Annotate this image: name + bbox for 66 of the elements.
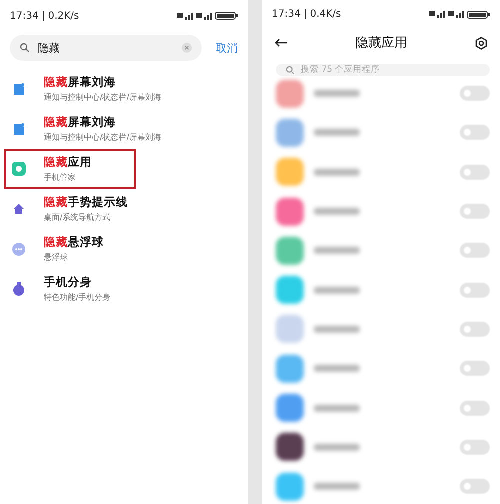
toggle-switch[interactable] — [460, 400, 490, 416]
document-icon — [12, 122, 26, 136]
toggle-switch[interactable] — [460, 243, 490, 258]
search-result[interactable]: 隐藏屏幕刘海 通知与控制中心/状态栏/屏幕刘海 — [4, 69, 170, 109]
document-icon — [12, 82, 26, 96]
signal-icon — [448, 11, 464, 18]
blurred-name — [314, 444, 360, 451]
signal-icon — [196, 12, 212, 20]
result-title: 隐藏屏幕刘海 — [44, 75, 117, 90]
search-icon — [286, 66, 295, 74]
toggle-switch[interactable] — [460, 479, 490, 494]
network-speed: 0.4K/s — [310, 9, 342, 20]
blurred-name — [314, 168, 360, 176]
back-icon[interactable] — [274, 38, 288, 48]
result-title: 隐藏手势提示线 — [44, 195, 128, 210]
blurred-name — [314, 90, 360, 98]
signal-icon — [429, 11, 445, 18]
blurred-name — [314, 483, 360, 490]
dots-icon — [12, 242, 26, 256]
signal-icon — [177, 12, 193, 20]
blurred-name — [314, 326, 360, 333]
clear-icon[interactable] — [182, 43, 192, 53]
toggle-switch[interactable] — [460, 322, 490, 337]
toggle-switch[interactable] — [460, 282, 490, 298]
result-title: 隐藏应用 — [44, 155, 92, 170]
search-icon — [20, 43, 30, 53]
toggle-switch[interactable] — [460, 86, 490, 102]
search-result[interactable]: 隐藏手势提示线 桌面/系统导航方式 — [4, 189, 136, 229]
search-result[interactable]: 隐藏屏幕刘海 通知与控制中心/状态栏/屏幕刘海 — [4, 109, 170, 149]
flask-icon — [12, 282, 26, 296]
blurred-name — [314, 208, 360, 216]
status-time: 17:34 — [10, 10, 39, 22]
page-title: 隐藏应用 — [356, 35, 408, 52]
toggle-switch[interactable] — [460, 204, 490, 220]
toggle-switch[interactable] — [460, 164, 490, 180]
result-path: 通知与控制中心/状态栏/屏幕刘海 — [44, 92, 162, 103]
toggle-switch[interactable] — [460, 125, 490, 140]
battery-icon — [467, 10, 490, 18]
cancel-button[interactable]: 取消 — [216, 40, 238, 56]
blurred-name — [314, 365, 360, 372]
status-separator: | — [304, 9, 308, 20]
settings-icon[interactable] — [475, 36, 488, 50]
result-path: 手机管家 — [44, 172, 77, 183]
search-result[interactable]: 隐藏应用 手机管家 — [4, 149, 136, 189]
blurred-name — [314, 247, 360, 254]
toggle-switch[interactable] — [460, 361, 490, 376]
result-path: 桌面/系统导航方式 — [44, 212, 112, 223]
blurred-name — [314, 129, 360, 136]
home-icon — [12, 203, 26, 215]
toggle-switch[interactable] — [460, 440, 490, 455]
shield-icon — [12, 162, 26, 176]
status-time: 17:34 — [272, 9, 301, 20]
status-separator: | — [42, 10, 46, 22]
search-field[interactable]: 隐藏 — [10, 35, 202, 61]
network-speed: 0.2K/s — [48, 10, 80, 22]
result-title: 隐藏悬浮球 — [44, 235, 104, 250]
result-path: 特色功能/手机分身 — [44, 292, 111, 303]
result-title: 手机分身 — [44, 275, 93, 290]
battery-icon — [215, 12, 238, 20]
result-path: 通知与控制中心/状态栏/屏幕刘海 — [44, 132, 162, 143]
search-result[interactable]: 手机分身 特色功能/手机分身 — [4, 269, 136, 309]
search-result[interactable]: 隐藏悬浮球 悬浮球 — [4, 229, 136, 269]
blurred-name — [314, 286, 360, 294]
result-title: 隐藏屏幕刘海 — [44, 115, 117, 130]
blurred-name — [314, 404, 360, 412]
result-path: 悬浮球 — [44, 252, 69, 263]
